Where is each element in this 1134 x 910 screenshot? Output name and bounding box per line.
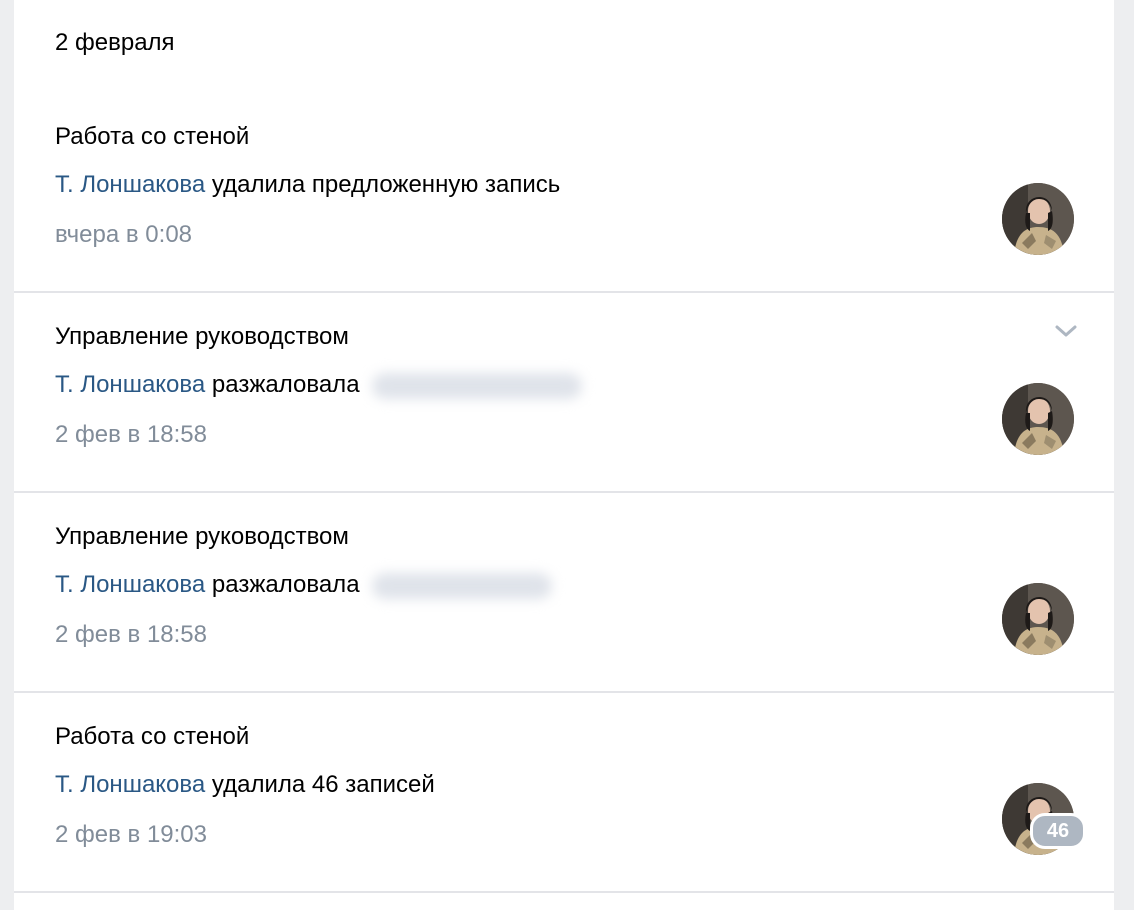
entry-time: 2 фев в 18:58 bbox=[55, 621, 208, 648]
log-entry: Управление руководством Т. Лоншакова раз… bbox=[14, 493, 1114, 693]
entry-time: вчера в 0:08 bbox=[55, 221, 193, 248]
entry-category: Работа со стеной bbox=[55, 723, 250, 750]
date-header: 2 февраля bbox=[55, 29, 175, 56]
action-text: удалила 46 записей bbox=[205, 771, 435, 798]
entry-category: Работа со стеной bbox=[55, 123, 250, 150]
author-link[interactable]: Т. Лоншакова bbox=[55, 771, 205, 798]
entry-category: Управление руководством bbox=[55, 523, 349, 550]
author-link[interactable]: Т. Лоншакова bbox=[55, 371, 205, 398]
action-text: удалила предложенную запись bbox=[205, 171, 561, 198]
avatar[interactable] bbox=[1002, 183, 1074, 255]
log-entry: Управление руководством Т. Лоншакова раз… bbox=[14, 293, 1114, 493]
redacted-name bbox=[372, 372, 583, 399]
action-text: разжаловала bbox=[205, 371, 367, 398]
avatar[interactable] bbox=[1002, 583, 1074, 655]
activity-log-panel: 2 февраля Работа со стеной Т. Лоншакова … bbox=[14, 0, 1114, 910]
action-text: разжаловала bbox=[205, 571, 367, 598]
avatar[interactable] bbox=[1002, 383, 1074, 455]
author-link[interactable]: Т. Лоншакова bbox=[55, 171, 205, 198]
count-badge: 46 bbox=[1030, 813, 1086, 849]
author-link[interactable]: Т. Лоншакова bbox=[55, 571, 205, 598]
entry-action: Т. Лоншакова удалила 46 записей bbox=[55, 769, 435, 801]
entry-category: Управление руководством bbox=[55, 323, 349, 350]
log-entry: Работа со стеной Т. Лоншакова удалила пр… bbox=[14, 93, 1114, 293]
redacted-name bbox=[372, 572, 553, 599]
entry-action: Т. Лоншакова удалила предложенную запись bbox=[55, 169, 560, 201]
entry-time: 2 фев в 18:58 bbox=[55, 421, 208, 448]
log-entry: Работа со стеной Т. Лоншакова удалила 46… bbox=[14, 693, 1114, 893]
entry-time: 2 фев в 19:03 bbox=[55, 821, 208, 848]
entry-action: Т. Лоншакова разжаловала bbox=[55, 569, 553, 601]
chevron-down-icon[interactable] bbox=[1054, 323, 1078, 339]
entry-action: Т. Лоншакова разжаловала bbox=[55, 369, 583, 401]
